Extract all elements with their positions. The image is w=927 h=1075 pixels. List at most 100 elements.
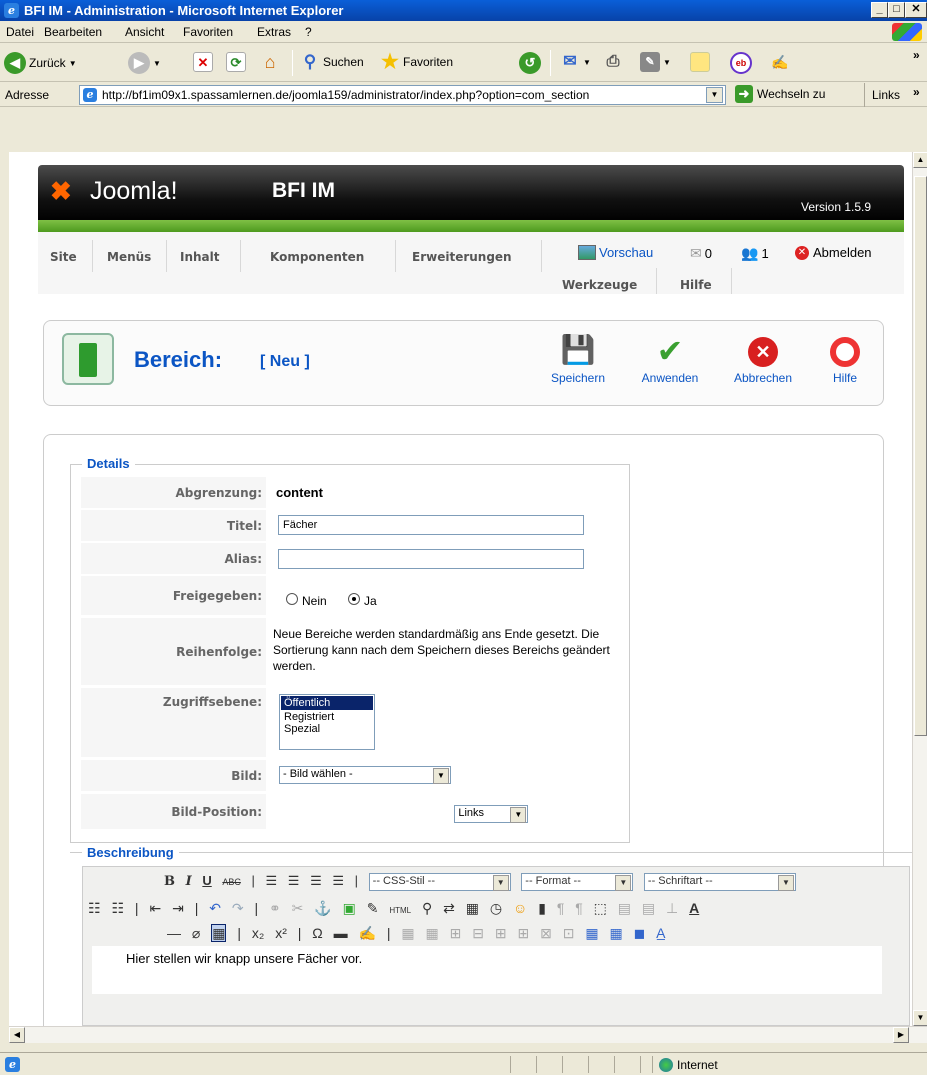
menu-erweiterungen[interactable]: Erweiterungen [412,250,512,264]
menu-bearbeiten[interactable]: Bearbeiten [44,25,102,39]
back-button[interactable]: ◀ Zurück ▼ [4,52,77,74]
apply-button[interactable]: ✔ Anwenden [635,333,705,385]
links-button[interactable]: Links [872,88,900,102]
absolute-icon[interactable]: ⊥ [666,900,678,916]
mail-button[interactable]: ✉ ▼ [560,52,591,72]
image-select[interactable]: - Bild wählen - [279,766,451,784]
find-icon[interactable]: ⚲ [422,900,432,916]
published-no-radio[interactable] [286,593,298,605]
menu-inhalt[interactable]: Inhalt [180,250,220,264]
special-char-icon[interactable]: Ω [312,925,322,941]
vertical-scrollbar[interactable]: ▲ ▼ [912,152,927,1026]
logout-link[interactable]: ✕ Abmelden [795,245,872,260]
split-cells-icon[interactable]: ⊠ [540,925,552,941]
link-icon[interactable]: ⚭ [269,900,281,916]
imagepos-select[interactable]: Links [454,805,529,823]
row-props-icon[interactable]: ▦ [426,925,439,941]
forward-button[interactable]: ▶ ▼ [128,52,161,74]
favorites-button[interactable]: ★ Favoriten [380,52,453,72]
font-select[interactable]: -- Schriftart -- [643,873,796,891]
menu-extras[interactable]: Extras [257,25,291,39]
undo-icon[interactable]: ↶ [209,900,221,916]
time-icon[interactable]: ◷ [490,900,502,916]
help-button[interactable]: Hilfe [810,333,880,385]
align-center-icon[interactable]: ☰ [288,873,300,888]
go-button[interactable]: ➜ Wechseln zu [735,85,825,103]
minimize-button[interactable]: _ [871,2,888,18]
nonbreaking-icon[interactable]: ▬ [334,925,348,941]
layer-back-icon[interactable]: ▤ [642,900,655,916]
menu-ansicht[interactable]: Ansicht [125,25,164,39]
users-count[interactable]: 👥 1 [741,245,769,262]
media-icon[interactable]: ▮ [538,900,546,916]
menu-hilfe[interactable]: Hilfe [680,278,712,292]
stop-button[interactable]: ✕ [193,52,213,72]
fullscreen-icon[interactable]: ⬚ [594,900,607,916]
html-icon[interactable]: HTML [389,906,411,915]
remove-format-icon[interactable]: ⌀ [192,925,200,941]
alias-input[interactable] [278,549,584,569]
indent-icon[interactable]: ⇥ [172,900,184,916]
scroll-right-arrow-icon[interactable]: ▶ [893,1027,909,1043]
align-left-icon[interactable]: ☰ [266,873,278,888]
col-before-icon[interactable]: ⊞ [495,925,507,941]
access-listbox[interactable]: Öffentlich Registriert Spezial [279,694,375,750]
ltr-icon[interactable]: ¶ [557,900,565,916]
save-button[interactable]: 💾 Speichern [543,333,613,385]
emoticon-icon[interactable]: ☺ [513,900,527,916]
insert-row-icon[interactable]: ⊞ [450,925,462,941]
horizontal-scrollbar[interactable]: ◀ ▶ [9,1026,927,1043]
cleanup-icon[interactable]: ✎ [367,900,379,916]
format-select[interactable]: -- Format -- [521,873,634,891]
anchor-icon[interactable]: ⚓ [314,900,331,916]
unlink-icon[interactable]: ✂ [292,900,304,916]
address-input[interactable]: e http://bf1im09x1.spassamlernen.de/joom… [79,85,726,105]
home-button[interactable]: ⌂ [260,52,280,72]
history-button[interactable]: ↺ [519,52,541,74]
strikethrough-icon[interactable]: ABC [222,877,241,887]
visual-chars-icon[interactable]: A̲ [656,925,665,941]
scroll-down-arrow-icon[interactable]: ▼ [913,1010,927,1026]
visual-aid-icon[interactable]: ▦ [211,924,227,942]
messages-count[interactable]: ✉ 0 [690,245,712,262]
menu-datei[interactable]: Datei [6,25,34,39]
scroll-thumb[interactable] [914,176,927,736]
scroll-left-arrow-icon[interactable]: ◀ [9,1027,25,1043]
preview-link[interactable]: Vorschau [578,245,653,260]
underline-icon[interactable]: U [202,873,211,888]
numbered-list-icon[interactable]: ☷ [111,900,124,916]
translate-button[interactable]: ✍ [770,52,790,72]
date-icon[interactable]: ▦ [466,900,479,916]
align-justify-icon[interactable]: ☰ [332,873,344,888]
align-right-icon[interactable]: ☰ [310,873,322,888]
access-option-registered[interactable]: Registriert [280,711,374,723]
edit-button[interactable]: ✎ ▼ [640,52,671,72]
table-icon[interactable]: ▦ [401,925,414,941]
cell-props-icon[interactable]: ▦ [585,925,598,941]
insert-table-icon[interactable]: ◼ [634,925,646,941]
rtl-icon[interactable]: ¶ [575,900,583,916]
refresh-button[interactable]: ⟳ [226,52,246,72]
image-icon[interactable]: ▣ [343,900,356,916]
close-button[interactable]: ✕ [905,2,927,18]
merge-cells-icon[interactable]: ⊡ [563,925,575,941]
notes-button[interactable] [690,52,710,72]
superscript-icon[interactable]: x² [275,925,287,941]
layer-icon[interactable]: ▤ [618,900,631,916]
outdent-icon[interactable]: ⇤ [149,900,161,916]
access-option-public[interactable]: Öffentlich [281,696,373,710]
published-yes-radio[interactable] [348,593,360,605]
italic-icon[interactable]: I [186,874,192,889]
delete-row-icon[interactable]: ⊟ [472,925,484,941]
horizontal-rule-icon[interactable]: — [167,925,181,941]
toolbar-overflow-icon[interactable]: » [913,48,920,62]
table-props-icon[interactable]: ▦ [610,925,623,941]
maximize-button[interactable]: □ [888,2,905,18]
address-dropdown[interactable]: ▼ [706,87,723,103]
bullet-list-icon[interactable]: ☷ [88,900,101,916]
menu-favoriten[interactable]: Favoriten [183,25,233,39]
col-after-icon[interactable]: ⊞ [518,925,530,941]
redo-icon[interactable]: ↷ [232,900,244,916]
text-color-icon[interactable]: A [689,900,699,916]
editor-content[interactable]: Hier stellen wir knapp unsere Fächer vor… [92,946,882,994]
